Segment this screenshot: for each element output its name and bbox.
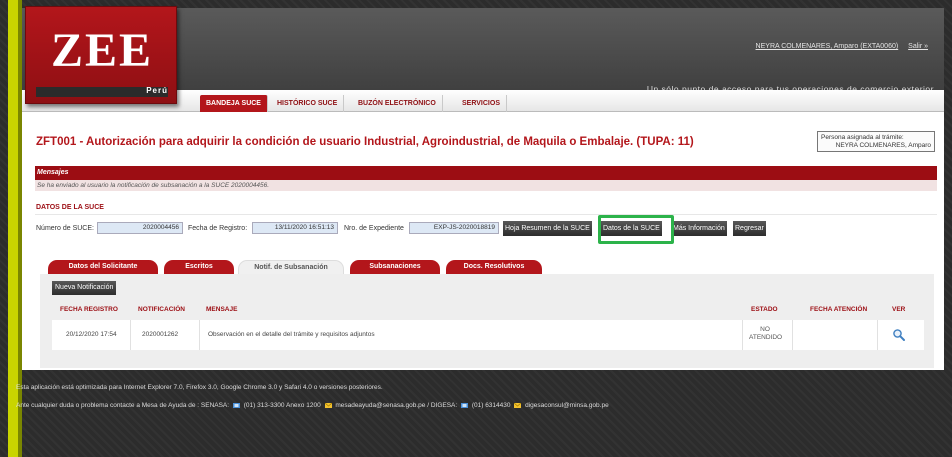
assigned-label: Persona asignada al trámite: bbox=[821, 134, 904, 141]
new-notification-button[interactable]: Nueva Notificación bbox=[52, 281, 117, 295]
search-icon[interactable] bbox=[892, 328, 906, 342]
footer-browser-note: Esta aplicación está optimizada para Int… bbox=[16, 384, 383, 391]
subtab-escritos[interactable]: Escritos bbox=[164, 260, 234, 274]
cell-estado: NO ATENDIDO bbox=[749, 326, 783, 342]
expediente-label: Nro. de Expediente bbox=[344, 225, 404, 232]
subtab-notif-subsanacion[interactable]: Notif. de Subsanación bbox=[238, 260, 344, 274]
cell-separator bbox=[792, 320, 793, 350]
assigned-person-box: Persona asignada al trámite: NEYRA COLME… bbox=[817, 131, 935, 152]
col-ver: VER bbox=[892, 306, 906, 313]
phone-icon bbox=[461, 402, 469, 408]
nav-tab-bandeja-suce[interactable]: BANDEJA SUCE bbox=[200, 95, 268, 112]
senasa-phone: (01) 313-3300 Anexo 1200 bbox=[243, 402, 321, 409]
col-fecha-registro: FECHA REGISTRO bbox=[60, 306, 118, 313]
subtab-subsanaciones[interactable]: Subsanaciones bbox=[350, 260, 440, 274]
table-header: FECHA REGISTRO NOTIFICACIÓN MENSAJE ESTA… bbox=[52, 302, 924, 318]
cell-separator bbox=[877, 320, 878, 350]
nav-tab-servicios[interactable]: SERVICIOS bbox=[456, 95, 507, 112]
registration-date-field[interactable]: 13/11/2020 16:51:13 bbox=[252, 222, 338, 234]
estado-line-1: NO bbox=[760, 326, 770, 333]
nav-tab-historico-suce[interactable]: HISTÓRICO SUCE bbox=[271, 95, 345, 112]
digesa-phone: (01) 6314430 bbox=[471, 402, 511, 409]
digesa-label: / DIGESA: bbox=[427, 402, 458, 409]
senasa-email-link[interactable]: mesadeayuda@senasa.gob.pe bbox=[335, 402, 425, 409]
highlight-box bbox=[598, 215, 674, 244]
cell-fecha-registro: 20/12/2020 17:54 bbox=[66, 331, 117, 338]
resumen-suce-button[interactable]: Hoja Resumen de la SUCE bbox=[503, 221, 592, 236]
logout-link[interactable]: Salir » bbox=[908, 43, 928, 50]
footer-help: Ante cualquier duda o problema contacte … bbox=[16, 402, 609, 409]
footer-help-prefix: Ante cualquier duda o problema contacte … bbox=[16, 402, 230, 409]
section-title-suce: DATOS DE LA SUCE bbox=[36, 204, 104, 211]
logo-country: Perú bbox=[146, 86, 168, 95]
mas-informacion-button[interactable]: Más Información bbox=[671, 221, 727, 236]
estado-line-2: ATENDIDO bbox=[749, 334, 783, 341]
registration-date-label: Fecha de Registro: bbox=[188, 225, 248, 232]
suce-number-field[interactable]: 2020004456 bbox=[97, 222, 183, 234]
page-title: ZFT001 - Autorización para adquirir la c… bbox=[36, 136, 694, 148]
col-fecha-atencion: FECHA ATENCIÓN bbox=[810, 306, 868, 313]
regresar-button[interactable]: Regresar bbox=[733, 221, 766, 236]
notifications-panel: Nueva Notificación FECHA REGISTRO NOTIFI… bbox=[40, 274, 934, 368]
cell-separator bbox=[130, 320, 131, 350]
main-content: ZFT001 - Autorización para adquirir la c… bbox=[22, 112, 944, 370]
digesa-email-link[interactable]: digesaconsul@minsa.gob.pe bbox=[525, 402, 609, 409]
messages-header: Mensajes bbox=[35, 166, 937, 180]
subtab-docs-resolutivos[interactable]: Docs. Resolutivos bbox=[446, 260, 542, 274]
suce-number-label: Número de SUCE: bbox=[36, 225, 94, 232]
expediente-field[interactable]: EXP-JS-2020018819 bbox=[409, 222, 499, 234]
table-row: 20/12/2020 17:54 2020001262 Observación … bbox=[52, 320, 924, 350]
messages-text: Se ha enviado al usuario la notificación… bbox=[35, 180, 937, 191]
logo-text: ZEE bbox=[50, 24, 154, 77]
user-area: NEYRA COLMENARES, Amparo (EXTA0060) Sali… bbox=[748, 43, 928, 50]
cell-mensaje: Observación en el detalle del trámite y … bbox=[208, 331, 375, 338]
col-notificacion: NOTIFICACIÓN bbox=[138, 306, 185, 313]
cell-notificacion: 2020001262 bbox=[142, 331, 179, 338]
cell-separator bbox=[742, 320, 743, 350]
email-icon bbox=[514, 402, 522, 408]
zee-logo[interactable]: ZEE Perú bbox=[25, 6, 177, 104]
phone-icon bbox=[232, 402, 240, 408]
col-estado: ESTADO bbox=[751, 306, 778, 313]
email-icon bbox=[324, 402, 332, 408]
divider bbox=[35, 214, 937, 215]
col-mensaje: MENSAJE bbox=[206, 306, 238, 313]
nav-tab-buzon-electronico[interactable]: BUZÓN ELECTRÓNICO bbox=[352, 95, 443, 112]
assigned-value: NEYRA COLMENARES, Amparo bbox=[835, 142, 931, 149]
subtab-datos-solicitante[interactable]: Datos del Solicitante bbox=[48, 260, 158, 274]
user-name-link[interactable]: NEYRA COLMENARES, Amparo (EXTA0060) bbox=[756, 43, 899, 50]
cell-separator bbox=[199, 320, 200, 350]
